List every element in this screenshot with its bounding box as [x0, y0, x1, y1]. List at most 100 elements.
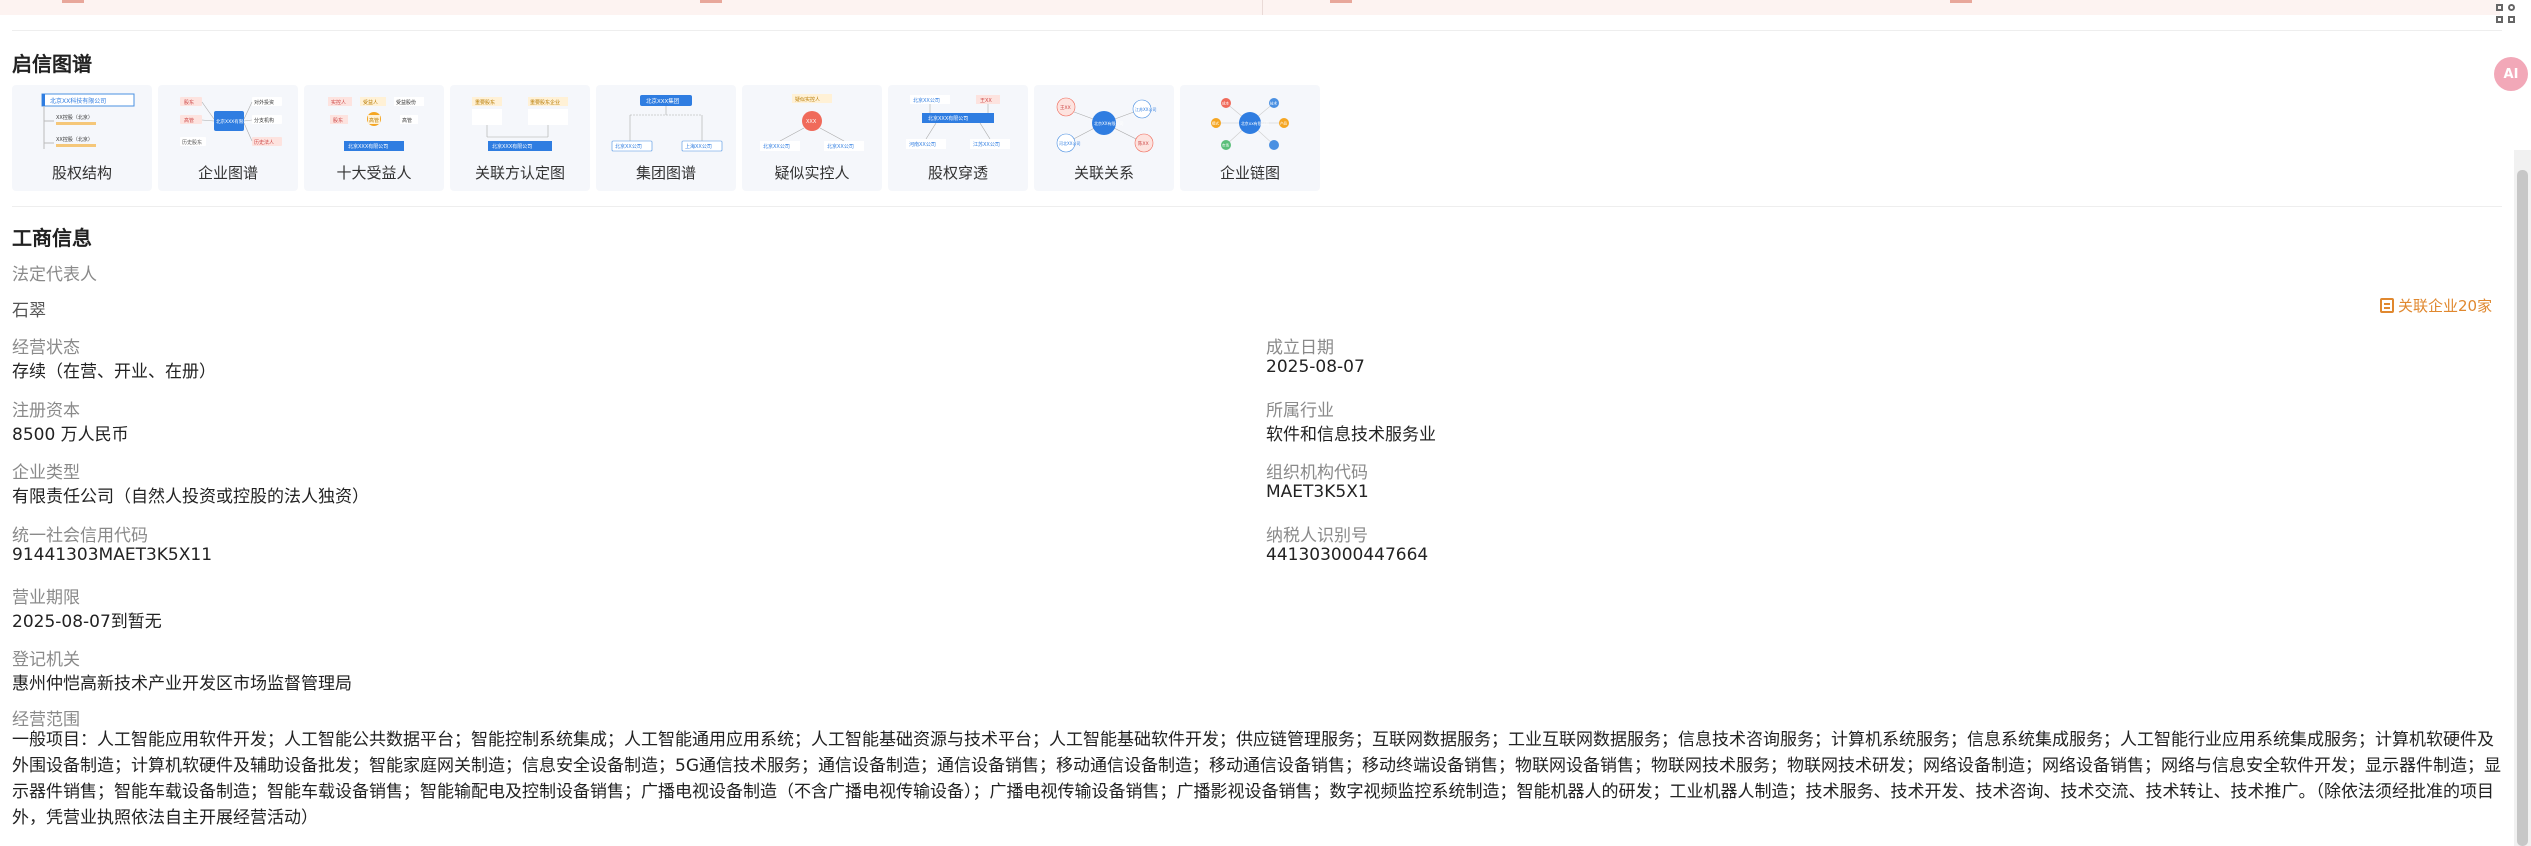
graph-card-label: 企业图谱: [197, 164, 258, 182]
taxpayer-label: 纳税人识别号: [1266, 526, 1368, 546]
graph-card-group-graph[interactable]: 北京XXX集团 北京XX公司 上海XX公司 集团图谱: [596, 85, 736, 191]
strip-badge: [1330, 0, 1352, 3]
type-value: 有限责任公司（自然人投资或控股的法人独资）: [12, 487, 369, 507]
thumb-text: 江苏XX公司: [973, 141, 1000, 148]
thumb-text: 对外投资: [254, 99, 274, 106]
thumb-text: 市场: [1222, 143, 1230, 148]
thumb-text: 高管: [369, 117, 379, 124]
status-label: 经营状态: [12, 338, 80, 358]
graph-card-equity-structure[interactable]: 北京XX科技有限公司 XX控股（北京） XX控股（北京） 股权结构: [12, 85, 152, 191]
thumb-text: 北京XX公司: [913, 97, 940, 104]
enterprise-graph-thumbnail: 股东 高管 历史股东 北京XXX有限公司 对外投资 分支机构 历史法人: [180, 97, 282, 146]
thumb-text: 高管: [184, 117, 194, 124]
type-label: 企业类型: [12, 463, 80, 483]
related-companies-label: 关联企业20家: [2398, 297, 2493, 315]
thumb-text: 北京XX科技有限公司: [50, 97, 106, 105]
thumb-text: 产品: [1280, 121, 1288, 126]
section-divider: [12, 206, 2502, 207]
graph-card-label: 集团图谱: [635, 164, 696, 182]
taxpayer-value: 441303000447664: [1266, 545, 1429, 565]
thumb-text: 河南XX公司: [909, 141, 936, 148]
graph-card-list: 北京XX科技有限公司 XX控股（北京） XX控股（北京） 股权结构 股东 高管 …: [12, 85, 1320, 191]
thumb-text: 实控人: [331, 99, 346, 106]
graph-card-label: 关联方认定图: [474, 164, 565, 182]
scrollbar-thumb[interactable]: [2517, 170, 2528, 846]
thumb-text: 重要股东: [475, 99, 495, 106]
capital-value: 8500 万人民币: [12, 425, 129, 445]
thumb-text: 成本: [1222, 101, 1230, 106]
thumb-text: 股东: [333, 117, 343, 124]
org-code-value: MAET3K5X1: [1266, 482, 1369, 502]
thumb-text: 北京XXX有限公司: [216, 118, 252, 125]
thumb-text: 陈XX: [1138, 140, 1149, 147]
graph-card-related-party[interactable]: 重要股东 重要股东企业 北京XXX有限公司 关联方认定图: [450, 85, 590, 191]
graph-card-label: 股权穿透: [927, 164, 988, 182]
suspected-controller-thumbnail: 疑似实控人 XXX 北京XX公司 北京XX公司: [760, 94, 864, 151]
credit-code-value: 91441303MAET3K5X11: [12, 545, 213, 565]
related-party-thumbnail: 重要股东 重要股东企业 北京XXX有限公司: [472, 97, 568, 151]
graph-card-relationships[interactable]: 王XX 北京XX有限公司 江苏XX公司 河北XX公司 陈XX 关联关系: [1034, 85, 1174, 191]
top-beneficiaries-thumbnail: 实控人 受益人 受益股份 股东 高管 高管 北京XXX有限公司: [328, 97, 424, 151]
graph-card-enterprise-chain[interactable]: 北京XX有限公司 成本 技术 模式 产品 市场 企业链图: [1180, 85, 1320, 191]
authority-label: 登记机关: [12, 650, 80, 670]
strip-badge: [700, 0, 722, 3]
apps-grid-icon[interactable]: [2496, 4, 2518, 26]
graph-card-enterprise-graph[interactable]: 股东 高管 历史股东 北京XXX有限公司 对外投资 分支机构 历史法人 企业图谱: [158, 85, 298, 191]
industry-label: 所属行业: [1266, 401, 1334, 421]
graphs-title: 启信图谱: [12, 52, 92, 76]
thumb-text: 北京XXX集团: [646, 97, 680, 105]
graph-card-suspected-controller[interactable]: 疑似实控人 XXX 北京XX公司 北京XX公司 疑似实控人: [742, 85, 882, 191]
group-graph-thumbnail: 北京XXX集团 北京XX公司 上海XX公司: [611, 95, 723, 152]
thumb-text: 上海XX公司: [685, 143, 712, 150]
thumb-text: 北京XXX有限公司: [492, 143, 532, 150]
graph-card-label: 十大受益人: [336, 164, 412, 182]
enterprise-chain-thumbnail: 北京XX有限公司 成本 技术 模式 产品 市场: [1211, 98, 1289, 150]
status-value: 存续（在营、开业、在册）: [12, 362, 216, 382]
scope-value: 一般项目：人工智能应用软件开发；人工智能公共数据平台；智能控制系统集成；人工智能…: [12, 730, 2501, 828]
thumb-text: 北京XX公司: [827, 143, 854, 150]
term-value: 2025-08-07到暂无: [12, 612, 162, 632]
thumb-text: XX控股（北京）: [56, 136, 93, 143]
thumb-text: 分支机构: [254, 117, 274, 124]
credit-code-label: 统一社会信用代码: [12, 526, 148, 546]
term-label: 营业期限: [12, 588, 80, 608]
graph-card-equity-penetration[interactable]: 北京XX公司 王XX 北京XXX有限公司 河南XX公司 江苏XX公司 股权穿透: [888, 85, 1028, 191]
relationships-thumbnail: 王XX 北京XX有限公司 江苏XX公司 河北XX公司 陈XX: [1056, 97, 1156, 153]
thumb-text: 受益股份: [396, 99, 416, 106]
thumb-text: 北京XX有限公司: [1094, 120, 1123, 126]
founded-value: 2025-08-07: [1266, 357, 1365, 377]
thumb-text: 北京XX公司: [763, 143, 790, 150]
thumb-text: 河北XX公司: [1059, 140, 1080, 146]
related-companies-link[interactable]: 关联企业20家: [2380, 295, 2492, 316]
graph-card-label: 企业链图: [1219, 164, 1280, 182]
legal-rep-value[interactable]: 石翠: [12, 296, 46, 321]
business-title: 工商信息: [12, 226, 92, 250]
thumb-text: 历史股东: [182, 139, 202, 146]
founded-label: 成立日期: [1266, 338, 1334, 358]
equity-structure-thumbnail: 北京XX科技有限公司 XX控股（北京） XX控股（北京）: [41, 93, 135, 149]
thumb-text: 受益人: [363, 99, 378, 106]
thumb-text: 股东: [184, 99, 194, 106]
section-divider: [12, 30, 2502, 31]
graph-card-label: 关联关系: [1073, 164, 1134, 182]
thumb-text: 技术: [1270, 101, 1278, 106]
graph-card-label: 股权结构: [51, 164, 112, 182]
thumb-text: 重要股东企业: [530, 99, 560, 106]
ai-assistant-avatar[interactable]: AI: [2494, 57, 2528, 91]
authority-value: 惠州仲恺高新技术产业开发区市场监督管理局: [12, 674, 352, 694]
thumb-text: 北京XX公司: [615, 143, 642, 150]
graph-card-top-beneficiaries[interactable]: 实控人 受益人 受益股份 股东 高管 高管 北京XXX有限公司 十大受益人: [304, 85, 444, 191]
thumb-text: XXX: [806, 119, 817, 125]
industry-value: 软件和信息技术服务业: [1266, 425, 1436, 445]
strip-badge: [1950, 0, 1972, 3]
thumb-text: 高管: [402, 117, 412, 124]
equity-penetration-thumbnail: 北京XX公司 王XX 北京XXX有限公司 河南XX公司 江苏XX公司: [906, 95, 1010, 149]
thumb-text: XX控股（北京）: [56, 114, 93, 121]
thumb-text: 模式: [1212, 121, 1220, 126]
thumb-text: 历史法人: [254, 139, 274, 146]
thumb-text: 北京XXX有限公司: [348, 143, 388, 150]
org-code-label: 组织机构代码: [1266, 463, 1368, 483]
company-icon: [2380, 298, 2394, 313]
thumb-text: 北京XXX有限公司: [928, 115, 968, 122]
graph-card-label: 疑似实控人: [774, 164, 850, 182]
